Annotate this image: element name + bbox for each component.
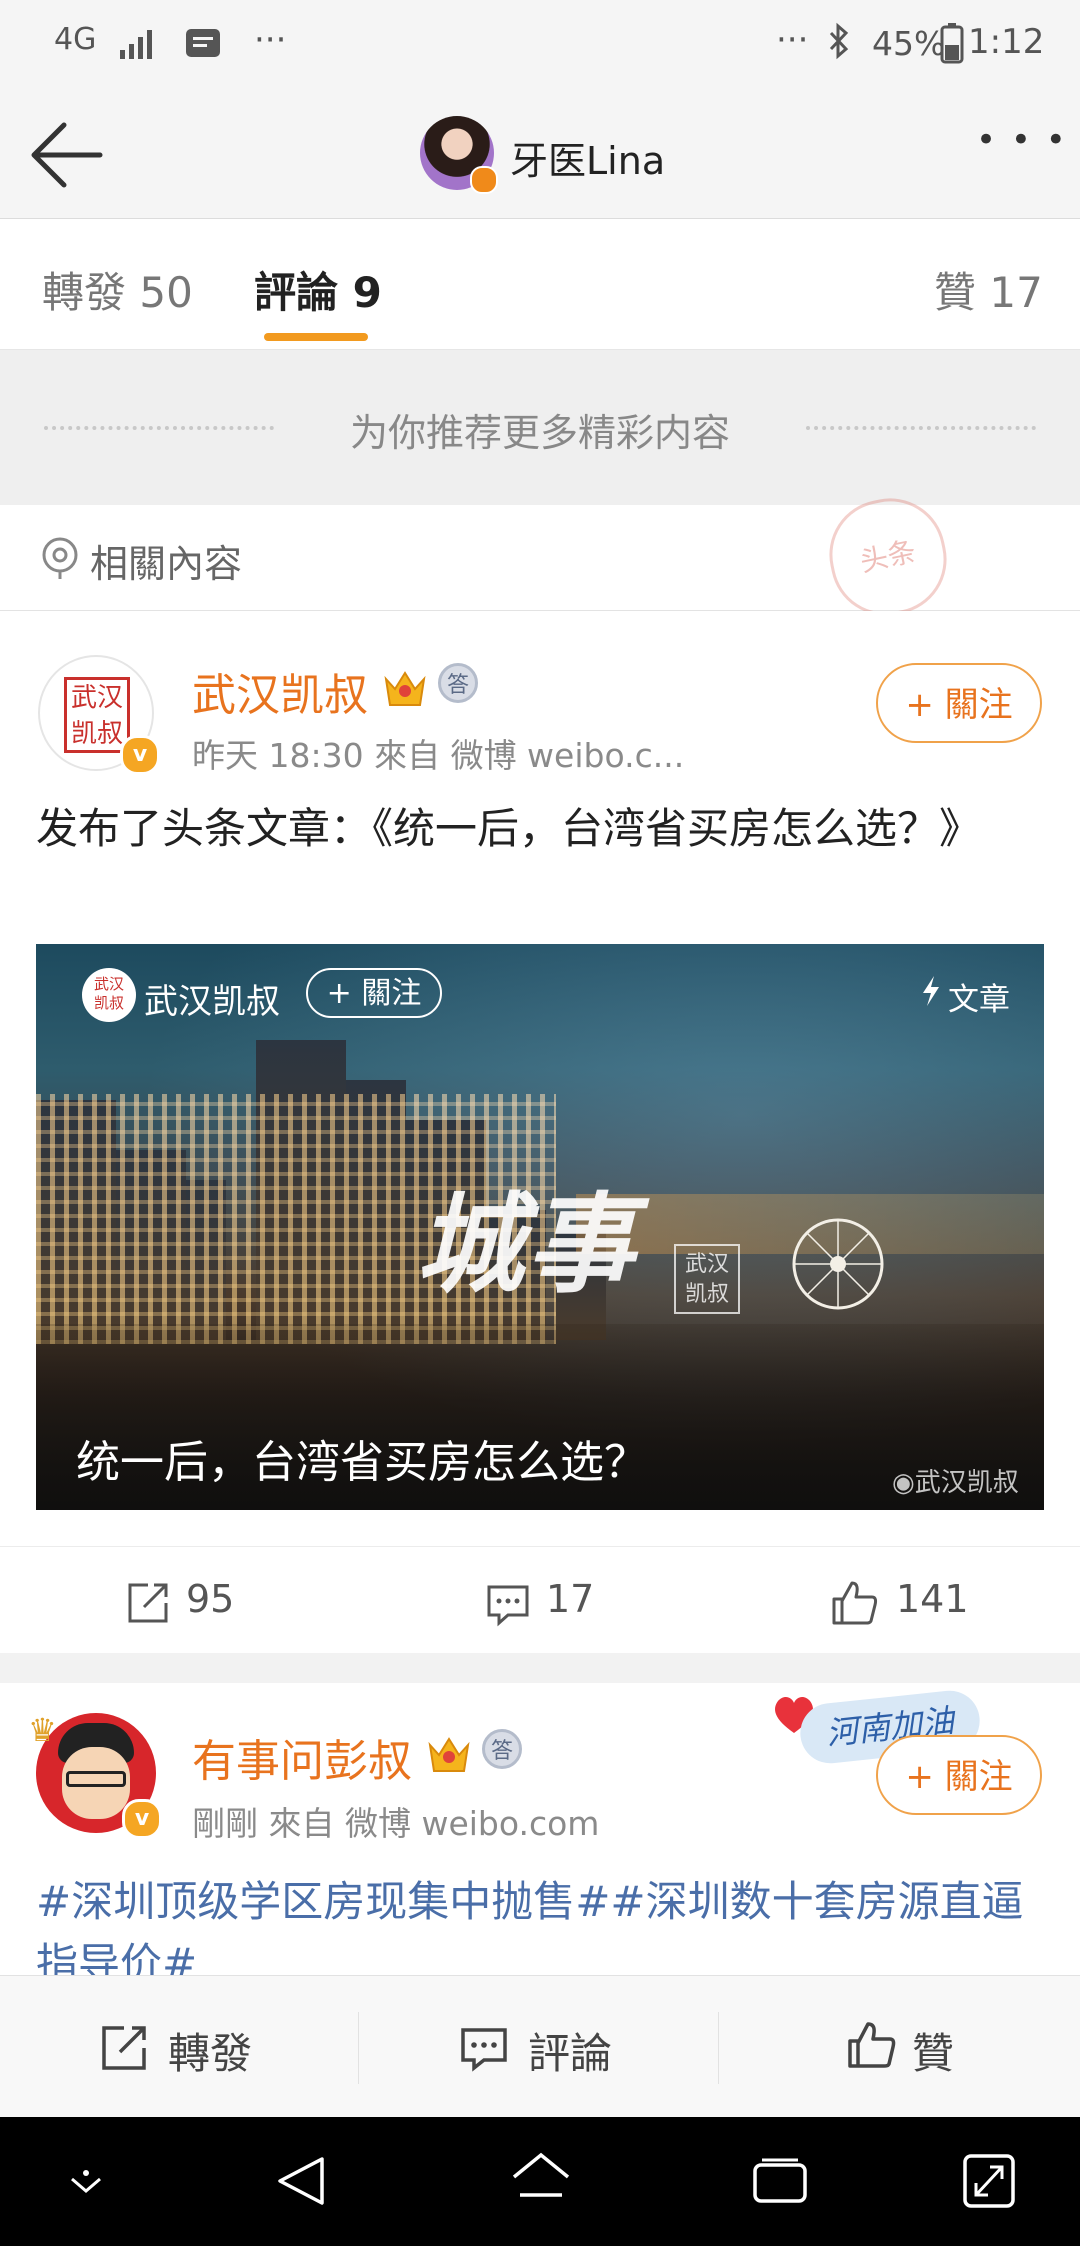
battery-percent: 45% xyxy=(872,24,946,63)
chevron-down-icon[interactable] xyxy=(64,2167,108,2205)
status-more-left: ··· xyxy=(254,20,287,60)
post-card[interactable]: ♛ v 有事问彭叔 答 剛剛 來自 微博 weibo.com 河南加油 + 關注… xyxy=(0,1683,1080,1975)
divider xyxy=(358,2012,359,2084)
like-count[interactable]: 141 xyxy=(896,1577,969,1621)
comment-icon[interactable] xyxy=(486,1583,530,1631)
signal-icon xyxy=(118,26,160,64)
article-source-name: 武汉凯叔 xyxy=(144,982,280,1022)
tab-like[interactable]: 贊 17 xyxy=(934,259,1043,320)
trophy-icon: ♛ xyxy=(28,1711,57,1749)
divider xyxy=(718,2012,719,2084)
recommend-divider: 为你推荐更多精彩内容 xyxy=(0,350,1080,505)
message-icon xyxy=(184,26,222,64)
location-pin-icon xyxy=(38,535,82,585)
verified-icon: v xyxy=(120,735,160,775)
avatar-seal: 武汉 凯叔 xyxy=(64,677,130,753)
article-source-avatar: 武汉 凯叔 xyxy=(82,968,136,1022)
status-more-right: ··· xyxy=(776,20,809,60)
post-author[interactable]: 武汉凯叔 xyxy=(192,659,368,723)
home-icon[interactable] xyxy=(510,2151,572,2213)
weibo-watermark: ◉武汉凯叔 xyxy=(892,1468,1019,1498)
like-icon[interactable] xyxy=(846,2020,896,2074)
answer-badge-icon: 答 xyxy=(438,663,478,703)
network-indicator: 4G xyxy=(54,22,97,57)
like-button[interactable]: 贊 xyxy=(912,2020,954,2081)
back-triangle-icon[interactable] xyxy=(274,2153,328,2213)
clock: 1:12 xyxy=(968,22,1045,62)
tab-active-indicator xyxy=(264,333,368,341)
repost-icon[interactable] xyxy=(126,1581,170,1629)
follow-button[interactable]: + 關注 xyxy=(876,1735,1042,1815)
dotted-line-right xyxy=(806,426,1036,430)
center-word: 城事 xyxy=(416,1183,637,1308)
verified-icon xyxy=(470,166,498,194)
status-bar: 4G ··· ··· 45% 1:12 xyxy=(0,0,1080,92)
recent-apps-icon[interactable] xyxy=(752,2157,808,2209)
ferris-wheel-icon xyxy=(792,1218,884,1310)
more-menu-button[interactable]: • • • xyxy=(976,120,1068,160)
article-tag: 文章 xyxy=(948,982,1010,1018)
bottom-action-bar: 轉發 評論 贊 xyxy=(0,1975,1080,2118)
article-title: 统一后，台湾省买房怎么选？ xyxy=(76,1437,648,1488)
like-icon[interactable] xyxy=(830,1579,878,1631)
bluetooth-icon xyxy=(826,22,852,66)
page-title: 牙医Lina xyxy=(510,139,666,183)
top-bar: 牙医Lina • • • xyxy=(0,92,1080,219)
repost-icon[interactable] xyxy=(100,2024,148,2076)
follow-button[interactable]: + 關注 xyxy=(876,663,1042,743)
post-meta: 昨天 18:30 來自 微博 weibo.c... xyxy=(192,736,685,775)
lightning-icon xyxy=(920,974,942,1012)
expand-icon[interactable] xyxy=(962,2153,1016,2213)
repost-count[interactable]: 95 xyxy=(186,1577,234,1621)
answer-badge-icon: 答 xyxy=(482,1729,522,1769)
stamp-logo: 武汉 凯叔 xyxy=(674,1244,740,1314)
related-label: 相關內容 xyxy=(90,542,243,586)
tab-repost[interactable]: 轉發 50 xyxy=(42,259,193,320)
system-nav-bar xyxy=(0,2117,1080,2246)
back-arrow-icon[interactable] xyxy=(28,120,106,194)
toutiao-stamp-icon: 头条 xyxy=(819,488,957,626)
related-header: 相關內容 头条 xyxy=(0,488,1080,626)
comment-icon[interactable] xyxy=(460,2026,508,2076)
battery-icon xyxy=(940,22,964,68)
tab-comment[interactable]: 評論 9 xyxy=(254,259,382,320)
post-text: 发布了头条文章：《统一后，台湾省买房怎么选？》 xyxy=(36,804,982,853)
comment-count[interactable]: 17 xyxy=(546,1577,594,1621)
tab-bar: 轉發 50 評論 9 贊 17 xyxy=(0,219,1080,350)
verified-icon: v xyxy=(122,1799,162,1839)
post-actions: 95 17 141 xyxy=(0,1546,1080,1652)
article-follow-button[interactable]: + 關注 xyxy=(306,968,442,1018)
comment-button[interactable]: 評論 xyxy=(528,2020,612,2081)
vip-crown-icon xyxy=(426,1731,472,1779)
article-banner[interactable]: 武汉 凯叔 武汉凯叔 + 關注 文章 城事 武汉 凯叔 统一后，台湾省买房怎么选… xyxy=(36,944,1044,1510)
glasses-icon xyxy=(66,1771,126,1787)
post-author[interactable]: 有事问彭叔 xyxy=(192,1725,412,1789)
post-meta: 剛剛 來自 微博 weibo.com xyxy=(192,1804,600,1843)
repost-button[interactable]: 轉發 xyxy=(168,2020,252,2081)
weibo-logo-icon: ◉ xyxy=(892,1468,915,1498)
post-card[interactable]: 武汉 凯叔 v 武汉凯叔 答 昨天 18:30 來自 微博 weibo.c...… xyxy=(0,611,1080,1653)
vip-crown-icon xyxy=(382,665,428,713)
post-hashtags[interactable]: #深圳顶级学区房现集中抛售##深圳数十套房源直逼指导价# xyxy=(36,1871,1046,1975)
